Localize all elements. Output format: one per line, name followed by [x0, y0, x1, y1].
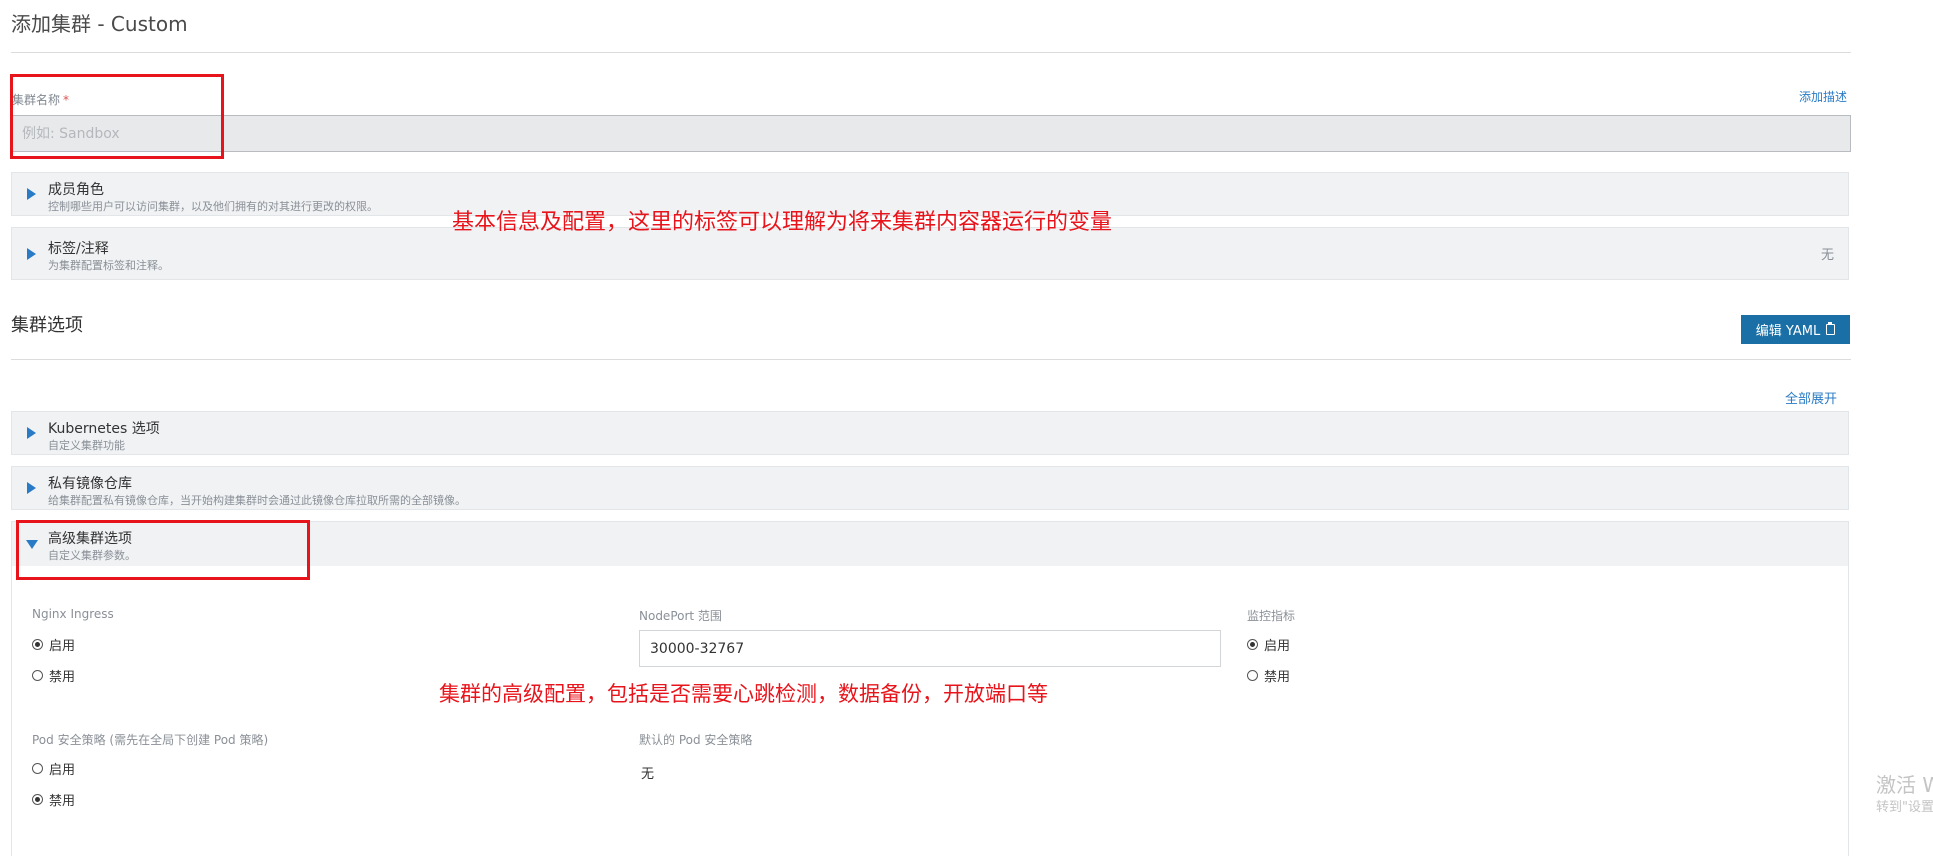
panel-subtitle: 为集群配置标签和注释。	[48, 259, 169, 272]
panel-subtitle: 自定义集群功能	[48, 439, 125, 452]
expand-triangle-icon	[27, 247, 36, 260]
section-divider	[11, 359, 1851, 360]
annotation-box-advanced	[16, 520, 310, 580]
panel-title: 私有镜像仓库	[48, 476, 132, 492]
watermark-line2: 转到"设置	[1876, 800, 1933, 815]
add-description-link[interactable]: 添加描述	[1799, 88, 1847, 105]
page-title: 添加集群 - Custom	[11, 12, 188, 36]
panel-private-registry[interactable]: 私有镜像仓库 给集群配置私有镜像仓库，当开始构建集群时会通过此镜像仓库拉取所需的…	[11, 466, 1849, 510]
header-divider	[11, 52, 1851, 53]
nginx-ingress-label: Nginx Ingress	[32, 607, 114, 621]
panel-title: Kubernetes 选项	[48, 421, 160, 437]
clipboard-icon	[1826, 322, 1836, 335]
radio-unchecked-icon	[1247, 670, 1258, 681]
nginx-ingress-enable-radio[interactable]: 启用	[32, 635, 75, 654]
panel-title: 标签/注释	[48, 241, 109, 257]
annotation-basic-note: 基本信息及配置，这里的标签可以理解为将来集群内容器运行的变量	[452, 210, 1113, 235]
monitoring-disable-radio[interactable]: 禁用	[1247, 666, 1290, 685]
panel-kubernetes-options[interactable]: Kubernetes 选项 自定义集群功能	[11, 411, 1849, 455]
radio-label: 启用	[49, 639, 76, 654]
radio-label: 禁用	[1264, 670, 1291, 685]
expand-triangle-icon	[27, 427, 36, 439]
cluster-options-title: 集群选项	[11, 315, 83, 336]
advanced-options-body	[11, 566, 1849, 856]
annotation-advanced-note: 集群的高级配置，包括是否需要心跳检测，数据备份，开放端口等	[439, 682, 1048, 706]
nodeport-label: NodePort 范围	[639, 609, 722, 623]
monitoring-label: 监控指标	[1247, 609, 1296, 623]
panel-title: 成员角色	[48, 182, 104, 198]
cluster-name-input[interactable]	[11, 115, 1851, 152]
expand-triangle-icon	[27, 188, 36, 200]
expand-all-link[interactable]: 全部展开	[1785, 388, 1837, 407]
radio-unchecked-icon	[32, 763, 43, 774]
panel-value: 无	[1820, 248, 1834, 263]
edit-yaml-label: 编辑 YAML	[1755, 324, 1821, 339]
radio-checked-icon	[1247, 639, 1258, 650]
pod-security-disable-radio[interactable]: 禁用	[32, 790, 75, 809]
radio-unchecked-icon	[32, 670, 43, 681]
default-pod-security-label: 默认的 Pod 安全策略	[639, 733, 753, 747]
nginx-ingress-disable-radio[interactable]: 禁用	[32, 666, 75, 685]
radio-checked-icon	[32, 639, 43, 650]
monitoring-enable-radio[interactable]: 启用	[1247, 635, 1290, 654]
default-pod-security-value: 无	[641, 767, 655, 782]
expand-triangle-icon	[27, 482, 36, 494]
pod-security-enable-radio[interactable]: 启用	[32, 759, 75, 778]
panel-subtitle: 控制哪些用户可以访问集群，以及他们拥有的对其进行更改的权限。	[48, 200, 378, 213]
radio-label: 禁用	[49, 794, 76, 809]
annotation-box-cluster-name	[10, 74, 224, 159]
radio-checked-icon	[32, 794, 43, 805]
nodeport-range-input[interactable]	[639, 630, 1221, 667]
panel-subtitle: 给集群配置私有镜像仓库，当开始构建集群时会通过此镜像仓库拉取所需的全部镜像。	[48, 494, 466, 507]
pod-security-label: Pod 安全策略 (需先在全局下创建 Pod 策略)	[32, 733, 269, 747]
radio-label: 禁用	[49, 670, 76, 685]
radio-label: 启用	[1264, 639, 1291, 654]
radio-label: 启用	[49, 763, 76, 778]
edit-yaml-button[interactable]: 编辑 YAML	[1741, 315, 1850, 344]
watermark-line1: 激活 W	[1876, 773, 1933, 797]
